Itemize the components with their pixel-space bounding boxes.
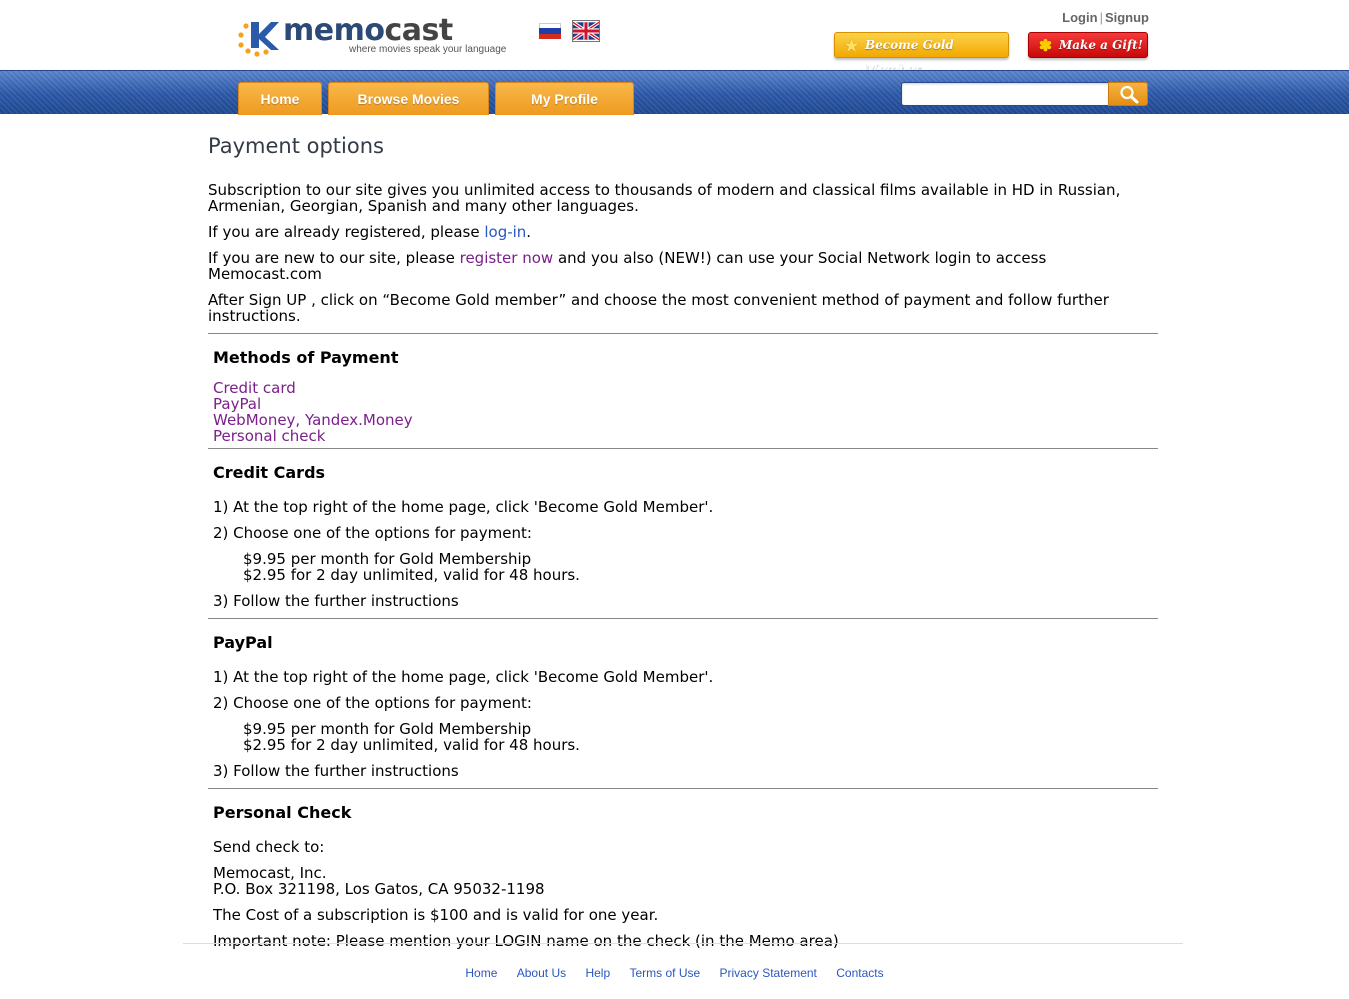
intro-paragraph-2: If you are already registered, please lo…	[208, 223, 532, 241]
logo-wordmark: memocast	[283, 13, 453, 48]
methods-heading: Methods of Payment	[213, 348, 399, 367]
paypal-heading: PayPal	[213, 633, 273, 652]
credit-step-2: 2) Choose one of the options for payment…	[213, 524, 532, 542]
method-link-credit-card[interactable]: Credit card	[213, 380, 1158, 396]
tab-my-profile[interactable]: My Profile	[495, 82, 634, 115]
check-important-note: Important note: Please mention your LOGI…	[213, 932, 839, 950]
method-link-personal-check[interactable]: Personal check	[213, 428, 1158, 444]
methods-section: Methods of Payment Credit card PayPal We…	[208, 348, 1158, 444]
main-content: Payment options Subscription to our site…	[208, 134, 1158, 949]
login-inline-link[interactable]: log-in	[484, 223, 526, 241]
intro-paragraph-3: If you are new to our site, please regis…	[208, 249, 1047, 283]
flag-uk-icon[interactable]	[572, 20, 600, 42]
footer-link-privacy[interactable]: Privacy Statement	[720, 966, 817, 980]
gift-icon: ✽	[1038, 36, 1053, 55]
auth-links: Login | Signup	[1062, 10, 1149, 25]
star-icon: ★	[844, 36, 859, 55]
paypal-step-2: 2) Choose one of the options for payment…	[213, 694, 532, 712]
footer-link-terms[interactable]: Terms of Use	[629, 966, 700, 980]
tab-home[interactable]: Home	[238, 82, 322, 115]
section-divider	[208, 333, 1158, 334]
flag-stripe-red	[539, 33, 561, 39]
main-nav-bar: Home Browse Movies My Profile	[0, 70, 1349, 115]
check-address-line-1: Memocast, Inc.	[213, 864, 327, 882]
logo-tagline: where movies speak your language	[349, 44, 507, 55]
intro-paragraph-1: Subscription to our site gives you unlim…	[208, 181, 1121, 215]
make-a-gift-label: Make a Gift!	[1059, 38, 1143, 52]
check-cost: The Cost of a subscription is $100 and i…	[213, 906, 659, 924]
intro-paragraph-4: After Sign UP , click on “Become Gold me…	[208, 291, 1109, 325]
site-footer: Home About Us Help Terms of Use Privacy …	[0, 966, 1349, 980]
credit-step-1: 1) At the top right of the home page, cl…	[213, 498, 714, 516]
method-link-webmoney[interactable]: WebMoney, Yandex.Money	[213, 412, 1158, 428]
credit-option-1: $9.95 per month for Gold Membership	[243, 550, 532, 568]
method-link-paypal[interactable]: PayPal	[213, 396, 1158, 412]
memocast-logo[interactable]: memocast where movies speak your languag…	[237, 13, 527, 60]
page-title: Payment options	[208, 134, 384, 158]
credit-cards-section: Credit Cards 1) At the top right of the …	[208, 463, 1158, 609]
footer-link-home[interactable]: Home	[465, 966, 497, 980]
footer-link-help[interactable]: Help	[585, 966, 610, 980]
credit-option-2: $2.95 for 2 day unlimited, valid for 48 …	[243, 566, 580, 584]
search-icon	[1120, 85, 1139, 104]
become-gold-member-button[interactable]: ★ Become Gold Member	[834, 32, 1009, 76]
credit-step-3: 3) Follow the further instructions	[213, 592, 459, 610]
personal-check-heading: Personal Check	[213, 803, 352, 822]
login-link[interactable]: Login	[1062, 10, 1097, 25]
signup-link[interactable]: Signup	[1105, 10, 1149, 25]
section-divider	[208, 788, 1158, 789]
methods-list: Credit card PayPal WebMoney, Yandex.Mone…	[213, 380, 1158, 444]
intro-text: Subscription to our site gives you unlim…	[208, 182, 1158, 324]
check-address-line-2: P.O. Box 321198, Los Gatos, CA 95032-119…	[213, 880, 545, 898]
make-a-gift-button[interactable]: ✽ Make a Gift!	[1028, 32, 1148, 58]
site-header: memocast where movies speak your languag…	[0, 0, 1349, 76]
paypal-option-1: $9.95 per month for Gold Membership	[243, 720, 532, 738]
footer-divider	[183, 943, 1183, 944]
paypal-step-1: 1) At the top right of the home page, cl…	[213, 668, 714, 686]
register-now-link[interactable]: register now	[460, 249, 554, 267]
credit-cards-heading: Credit Cards	[213, 463, 326, 482]
paypal-option-2: $2.95 for 2 day unlimited, valid for 48 …	[243, 736, 580, 754]
search-input[interactable]	[901, 82, 1110, 106]
paypal-step-3: 3) Follow the further instructions	[213, 762, 459, 780]
search-button[interactable]	[1108, 82, 1148, 106]
footer-link-about-us[interactable]: About Us	[517, 966, 566, 980]
auth-separator: |	[1099, 10, 1103, 25]
personal-check-section: Personal Check Send check to: Memocast, …	[208, 803, 1158, 949]
section-divider	[208, 618, 1158, 619]
flag-russia-icon[interactable]	[539, 23, 561, 39]
uk-flag-graphic	[573, 21, 599, 41]
check-send-to: Send check to:	[213, 838, 325, 856]
paypal-section: PayPal 1) At the top right of the home p…	[208, 633, 1158, 779]
footer-link-contacts[interactable]: Contacts	[836, 966, 883, 980]
logo-mark-icon	[238, 22, 279, 57]
tab-browse-movies[interactable]: Browse Movies	[328, 82, 489, 115]
section-divider	[208, 448, 1158, 449]
